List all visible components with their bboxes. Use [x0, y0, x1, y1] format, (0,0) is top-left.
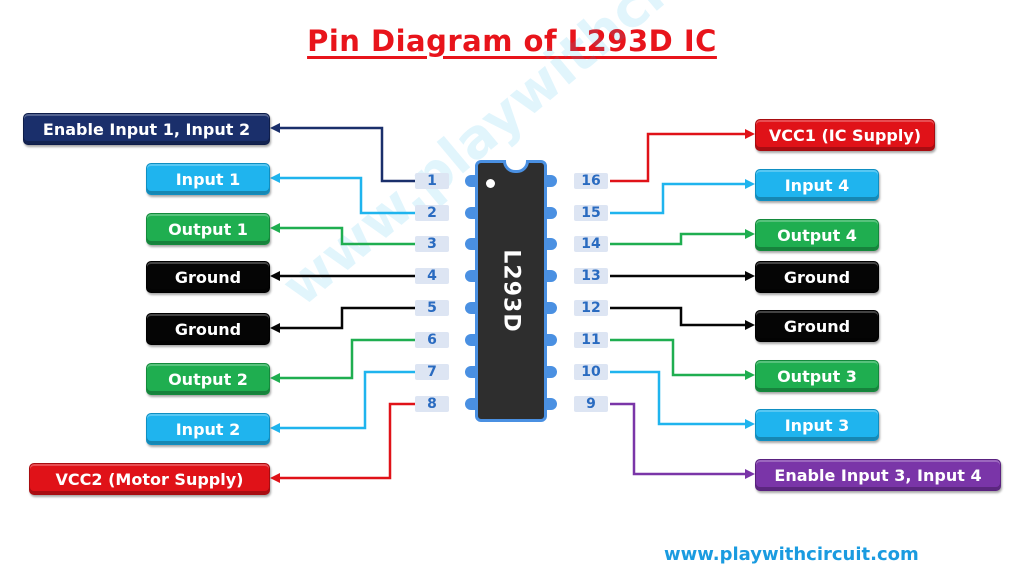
pin-number-16: 16 [574, 173, 608, 189]
label-pin-15: Input 4 [755, 169, 879, 201]
label-pin-16: VCC1 (IC Supply) [755, 119, 935, 151]
label-pin-14: Output 4 [755, 219, 879, 251]
pin-number-10: 10 [574, 364, 608, 380]
chip-lead-4 [465, 270, 475, 282]
footer-url[interactable]: www.playwithcircuit.com [664, 544, 919, 565]
pin-number-2: 2 [415, 205, 449, 221]
label-pin-1: Enable Input 1, Input 2 [23, 113, 270, 145]
pin-number-7: 7 [415, 364, 449, 380]
wire-pin-12 [610, 306, 747, 327]
pin-number-11: 11 [574, 332, 608, 348]
arrow-pin-7 [270, 423, 280, 433]
label-pin-11: Output 3 [755, 360, 879, 392]
wire-pin-7 [278, 370, 415, 430]
pin-number-4: 4 [415, 268, 449, 284]
label-pin-2: Input 1 [146, 163, 270, 195]
wire-pin-8 [278, 402, 415, 480]
pin-number-15: 15 [574, 205, 608, 221]
ic-chip: L293D [475, 160, 547, 422]
arrow-pin-4 [270, 271, 280, 281]
wire-pin-11 [610, 338, 747, 377]
chip-lead-6 [465, 334, 475, 346]
wire-pin-14 [610, 232, 747, 246]
arrow-pin-6 [270, 373, 280, 383]
label-pin-7: Input 2 [146, 413, 270, 445]
arrow-pin-16 [745, 129, 755, 139]
chip-lead-5 [465, 302, 475, 314]
arrow-pin-2 [270, 173, 280, 183]
pin-number-5: 5 [415, 300, 449, 316]
chip-name: L293D [498, 249, 524, 333]
label-pin-3: Output 1 [146, 213, 270, 245]
pin-number-6: 6 [415, 332, 449, 348]
arrow-pin-9 [745, 469, 755, 479]
arrow-pin-12 [745, 320, 755, 330]
wire-pin-16 [610, 132, 747, 183]
label-pin-10: Input 3 [755, 409, 879, 441]
chip-notch [503, 160, 529, 173]
chip-lead-2 [465, 207, 475, 219]
arrow-pin-1 [270, 123, 280, 133]
pin-number-13: 13 [574, 268, 608, 284]
wire-pin-9 [610, 402, 747, 476]
label-pin-13: Ground [755, 261, 879, 293]
pin-number-8: 8 [415, 396, 449, 412]
arrow-pin-3 [270, 223, 280, 233]
label-pin-12: Ground [755, 310, 879, 342]
pin-number-9: 9 [574, 396, 608, 412]
pin-number-12: 12 [574, 300, 608, 316]
pin1-indicator-dot [486, 179, 495, 188]
pin-number-1: 1 [415, 173, 449, 189]
label-pin-4: Ground [146, 261, 270, 293]
wire-pin-5 [278, 306, 415, 330]
arrow-pin-13 [745, 271, 755, 281]
wire-pin-2 [278, 176, 415, 215]
wire-pin-3 [278, 226, 415, 246]
wire-pin-15 [610, 182, 747, 215]
chip-lead-1 [465, 175, 475, 187]
arrow-pin-5 [270, 323, 280, 333]
arrow-pin-11 [745, 370, 755, 380]
chip-lead-8 [465, 398, 475, 410]
chip-lead-7 [465, 366, 475, 378]
chip-lead-3 [465, 238, 475, 250]
arrow-pin-15 [745, 179, 755, 189]
pin-number-3: 3 [415, 236, 449, 252]
label-pin-5: Ground [146, 313, 270, 345]
arrow-pin-14 [745, 229, 755, 239]
label-pin-9: Enable Input 3, Input 4 [755, 459, 1001, 491]
label-pin-6: Output 2 [146, 363, 270, 395]
label-pin-8: VCC2 (Motor Supply) [29, 463, 270, 495]
pin-number-14: 14 [574, 236, 608, 252]
arrow-pin-10 [745, 419, 755, 429]
wire-pin-10 [610, 370, 747, 426]
wire-pin-1 [278, 126, 415, 183]
arrow-pin-8 [270, 473, 280, 483]
